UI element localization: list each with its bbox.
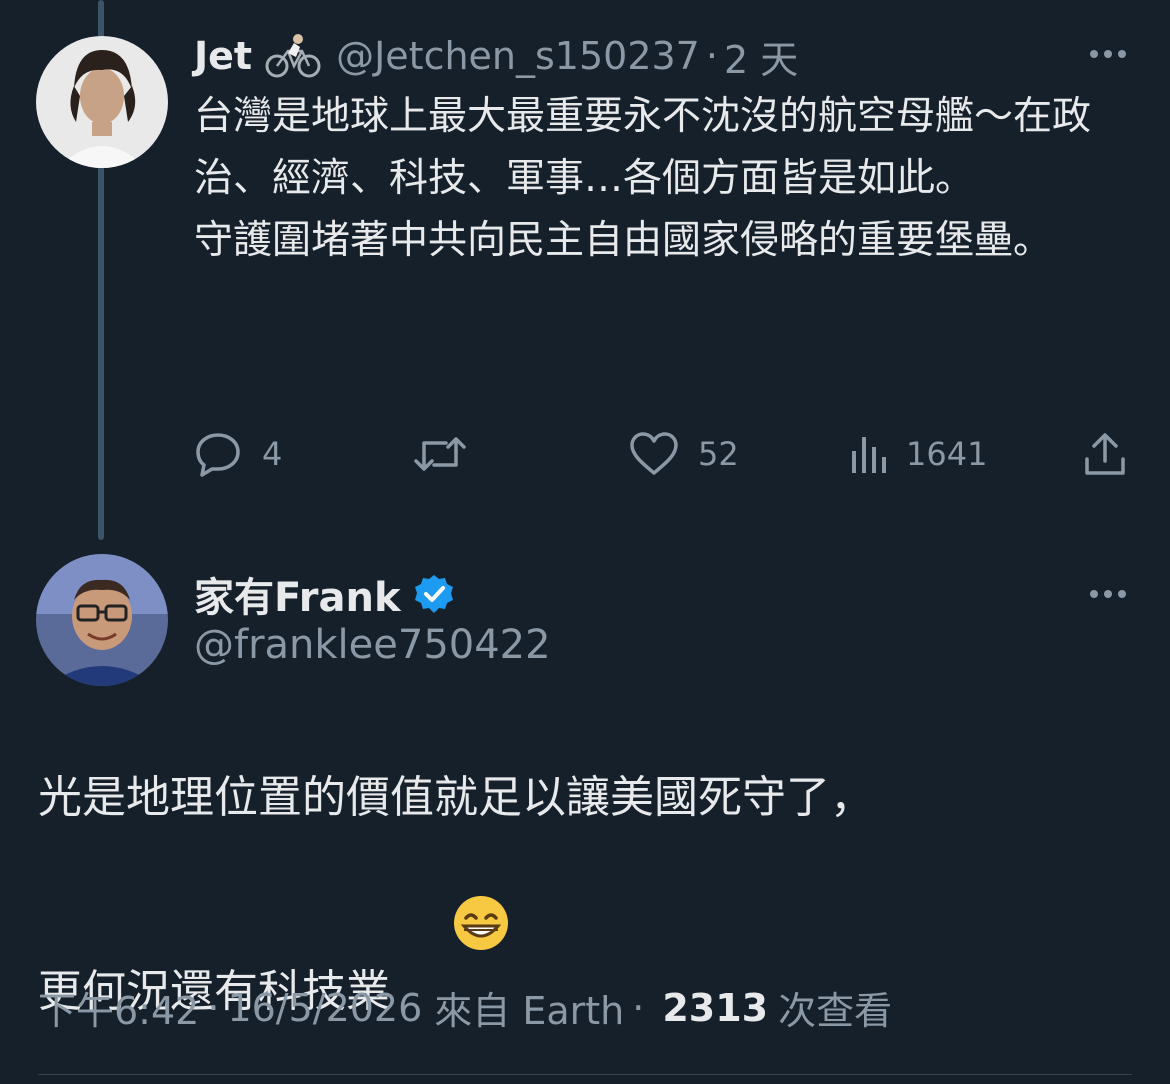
avatar[interactable] xyxy=(36,36,168,168)
separator-dot: · xyxy=(632,985,645,1030)
heart-icon xyxy=(628,431,680,477)
retweet-button[interactable] xyxy=(412,424,486,484)
post-source: 來自 Earth xyxy=(434,989,625,1033)
more-options-icon[interactable] xyxy=(1086,44,1130,64)
separator-dot: · xyxy=(705,34,718,78)
post-time[interactable]: 2 天 xyxy=(724,29,798,84)
total-views-count: 2313 xyxy=(662,985,769,1030)
author-name[interactable]: 家有Frank xyxy=(194,565,401,623)
views-button[interactable]: 1641 xyxy=(848,424,987,484)
reply-count: 4 xyxy=(262,435,283,473)
main-author-row: 家有Frank xyxy=(194,565,455,623)
retweet-icon xyxy=(412,431,468,477)
analytics-icon xyxy=(848,431,892,477)
reply-author-row: Jet @Jetchen_s150237 · 2 天 xyxy=(194,30,798,82)
author-handle[interactable]: @franklee750422 xyxy=(194,622,551,668)
views-label: 次查看 xyxy=(778,989,893,1033)
post-time[interactable]: 下午6:42 xyxy=(38,980,199,1035)
like-button[interactable]: 52 xyxy=(628,424,739,484)
reply-tweet-text: 台灣是地球上最大最重要永不沈沒的航空母艦～在政治、經濟、科技、軍事…各個方面皆是… xyxy=(194,94,1092,263)
views-count: 1641 xyxy=(906,435,988,473)
verified-badge-icon xyxy=(413,573,455,615)
tweet-metadata: 下午6:42 · 16/5/2026 來自 Earth · 2313 次查看 xyxy=(38,980,892,1035)
separator-dot: · xyxy=(207,985,220,1030)
divider xyxy=(38,1074,1132,1075)
post-date[interactable]: 16/5/2026 xyxy=(227,986,422,1030)
like-count: 52 xyxy=(698,435,739,473)
reply-action-bar: 4 52 1641 xyxy=(194,424,1134,484)
cyclist-emoji-icon xyxy=(264,33,322,79)
share-button[interactable] xyxy=(1082,424,1128,484)
avatar[interactable] xyxy=(36,554,168,686)
reply-icon xyxy=(194,431,244,477)
author-name[interactable]: Jet xyxy=(194,34,252,78)
author-handle[interactable]: @Jetchen_s150237 xyxy=(336,34,700,78)
more-options-icon[interactable] xyxy=(1086,584,1130,604)
reply-button[interactable]: 4 xyxy=(194,424,282,484)
share-icon xyxy=(1082,431,1128,477)
